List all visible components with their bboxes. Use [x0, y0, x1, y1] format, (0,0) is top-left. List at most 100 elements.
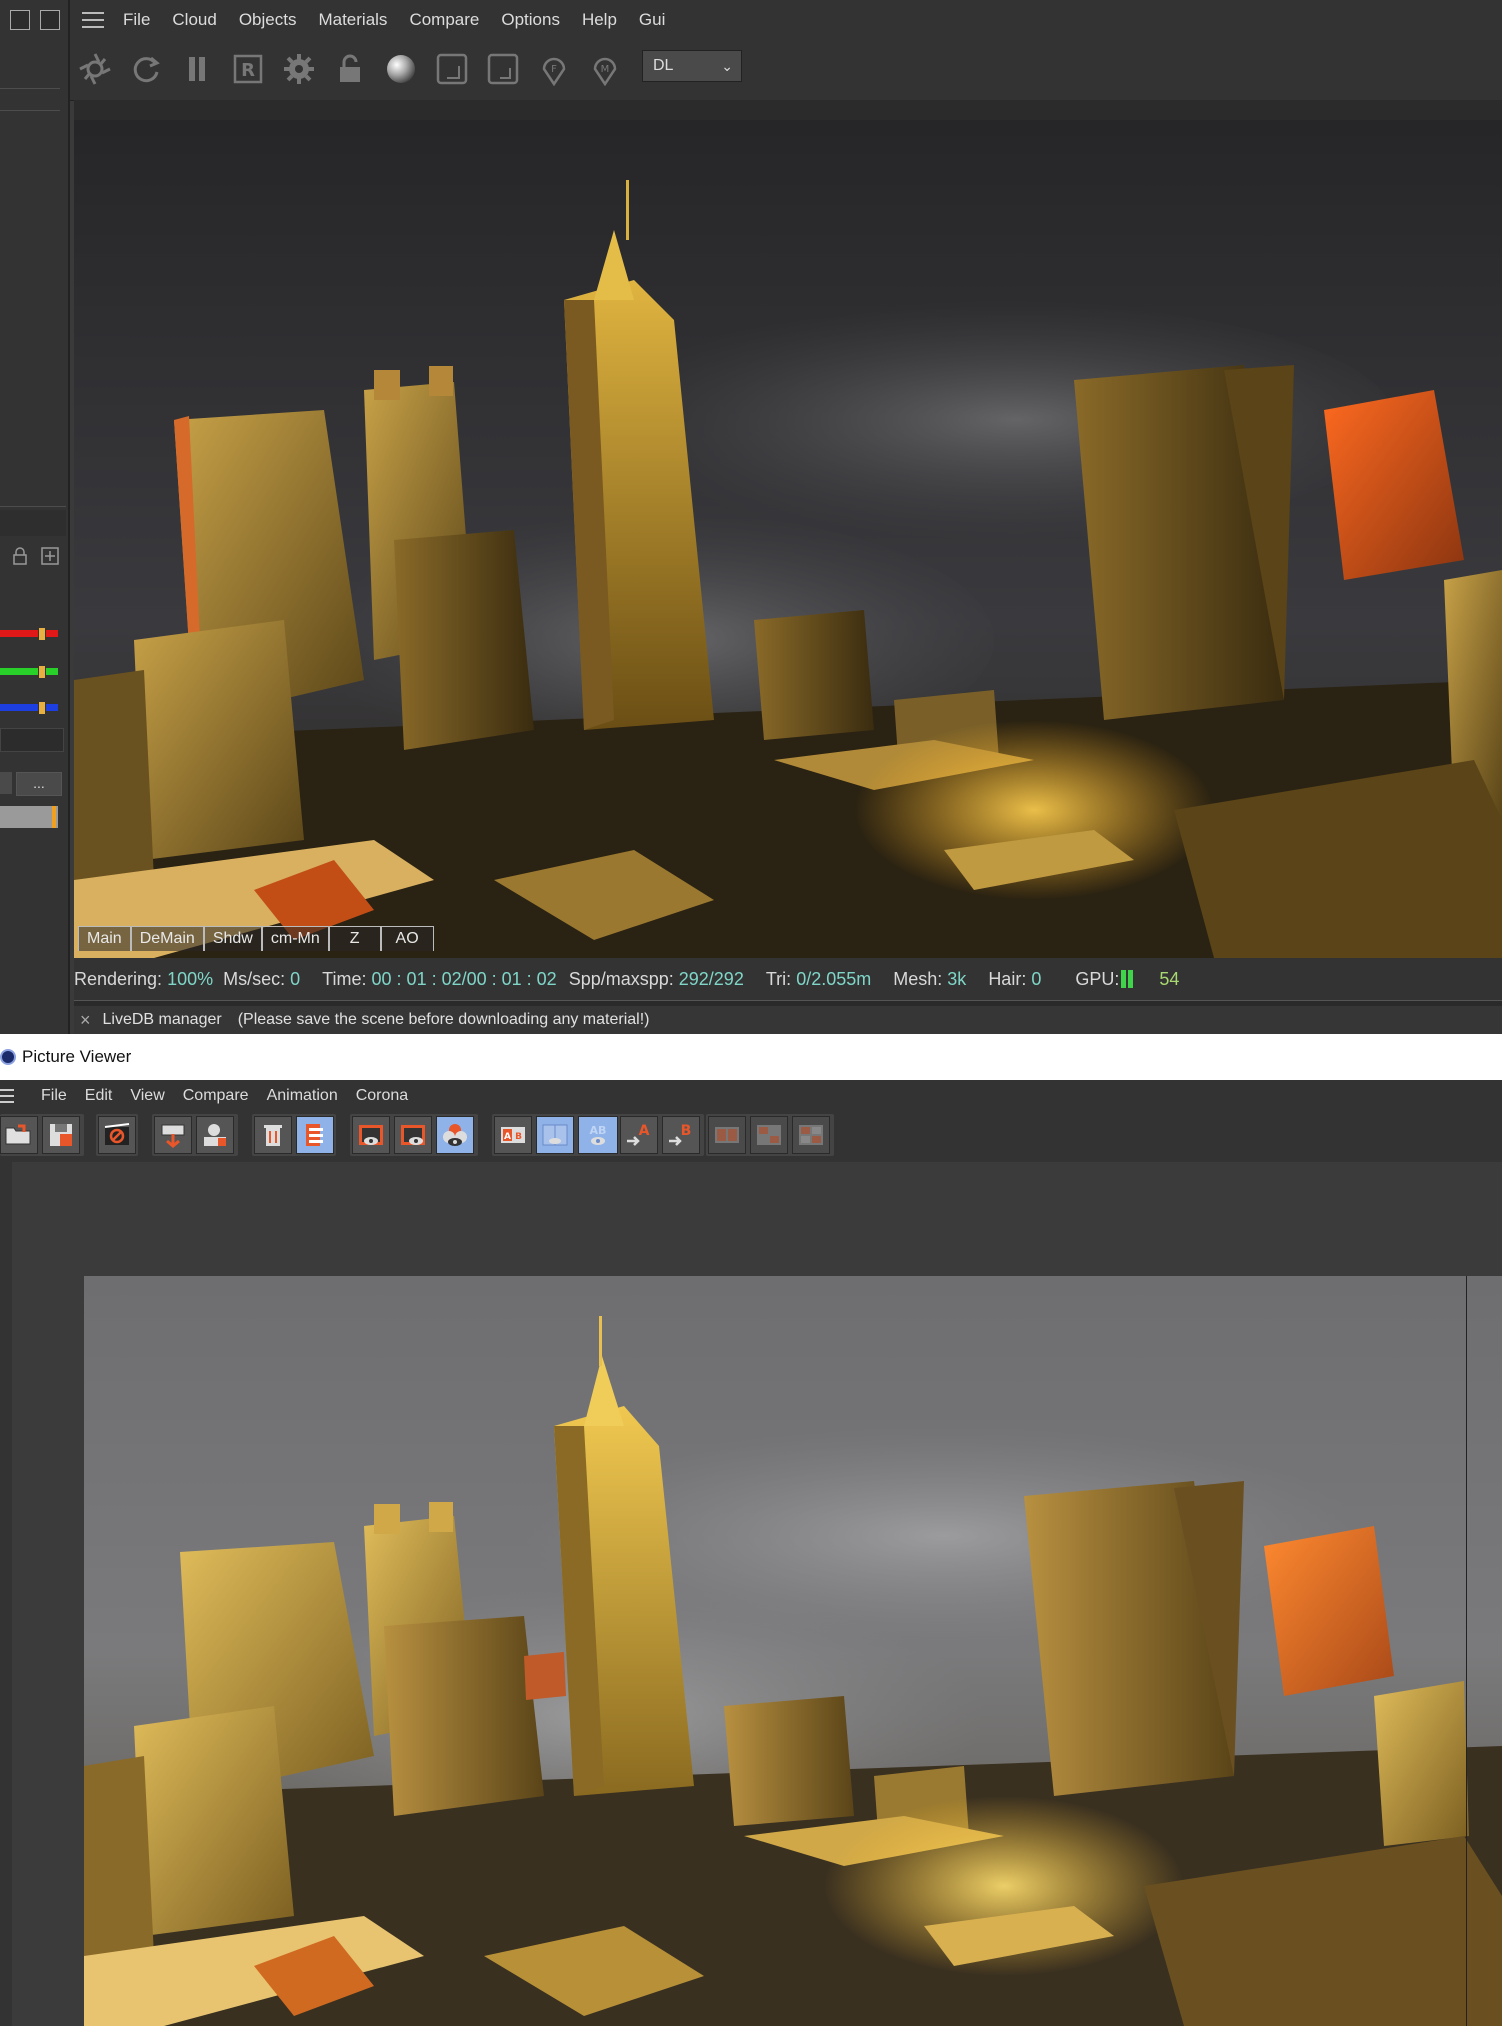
tab-shdw[interactable]: Shdw: [203, 926, 262, 951]
send-scene-icon[interactable]: [76, 50, 114, 88]
menu-materials[interactable]: Materials: [307, 10, 398, 30]
tile-3-icon[interactable]: [792, 1116, 830, 1154]
menu-cloud[interactable]: Cloud: [161, 10, 227, 30]
stop-render-icon[interactable]: [98, 1116, 136, 1154]
show-compare-icon[interactable]: [436, 1116, 474, 1154]
tile-1-icon[interactable]: [708, 1116, 746, 1154]
more-button[interactable]: ...: [16, 772, 62, 796]
tri-value: 0/2.055m: [796, 968, 872, 989]
green-channel-slider[interactable]: [0, 665, 58, 679]
mssec-value: 0: [290, 968, 301, 989]
window-title: Picture Viewer: [22, 1047, 132, 1066]
panel-divider: [0, 506, 66, 507]
panel-divider: [0, 88, 60, 89]
menu-options[interactable]: Options: [490, 10, 571, 30]
mesh-label: Mesh:: [893, 968, 943, 989]
gpu-bar-icon: [1128, 970, 1134, 988]
tab-z[interactable]: Z: [328, 926, 381, 951]
top-menubar: File Cloud Objects Materials Compare Opt…: [70, 0, 1502, 40]
small-button[interactable]: [0, 772, 12, 794]
slider-knob[interactable]: [38, 627, 46, 641]
tab-ao[interactable]: AO: [380, 926, 434, 951]
compare-split-line[interactable]: [1466, 1276, 1467, 2026]
add-icon[interactable]: [40, 546, 60, 566]
render-image: [74, 120, 1502, 958]
ab-split-icon[interactable]: [536, 1116, 574, 1154]
hair-value: 0: [1031, 968, 1042, 989]
subsampling-icon[interactable]: [484, 50, 522, 88]
red-channel-slider[interactable]: [0, 627, 58, 641]
menu-animation[interactable]: Animation: [258, 1087, 347, 1105]
material-picker-icon[interactable]: M: [586, 50, 624, 88]
render-image: [84, 1276, 1502, 2026]
settings-gear-icon[interactable]: [280, 50, 318, 88]
viewport-header-strip: [74, 100, 1502, 121]
svg-text:AB: AB: [590, 1124, 607, 1137]
mesh-value: 3k: [947, 968, 967, 989]
value-field[interactable]: [0, 728, 64, 752]
lock-icon[interactable]: [10, 546, 30, 566]
auto-crop-icon[interactable]: [154, 1116, 192, 1154]
r-region-icon[interactable]: R: [229, 50, 267, 88]
clay-mode-icon[interactable]: [433, 50, 471, 88]
top-toolbar: R F M: [70, 40, 1502, 101]
save-image-icon[interactable]: [196, 1116, 234, 1154]
livedb-title: LiveDB manager: [102, 1011, 222, 1028]
material-sphere-icon[interactable]: [382, 50, 420, 88]
set-a-icon[interactable]: A: [620, 1116, 658, 1154]
show-region-icon[interactable]: [352, 1116, 390, 1154]
render-viewport[interactable]: [74, 120, 1502, 958]
ab-overlay-icon[interactable]: AB: [578, 1116, 618, 1154]
svg-text:A: A: [504, 1132, 511, 1142]
panel-field[interactable]: [0, 510, 66, 536]
restart-render-icon[interactable]: [127, 50, 165, 88]
render-status-bar: Rendering: 100% Ms/sec: 0 Time: 00 : 01 …: [74, 958, 1502, 1000]
gpu-label: GPU:: [1075, 968, 1120, 989]
delete-icon[interactable]: [254, 1116, 292, 1154]
blue-channel-slider[interactable]: [0, 701, 58, 715]
tab-cm-mn[interactable]: cm-Mn: [261, 926, 329, 951]
time-label: Time:: [322, 968, 367, 989]
menu-corona[interactable]: Corona: [347, 1087, 417, 1105]
kernel-select[interactable]: DL ⌄: [642, 50, 742, 82]
slider-knob[interactable]: [38, 665, 46, 679]
menu-compare[interactable]: Compare: [398, 10, 490, 30]
close-icon[interactable]: ×: [80, 1010, 91, 1031]
menu-gui[interactable]: Gui: [628, 10, 676, 30]
pause-icon[interactable]: [178, 50, 216, 88]
picture-viewer-image[interactable]: [84, 1276, 1502, 2026]
layout-toggle-icon[interactable]: [10, 10, 30, 30]
svg-text:M: M: [601, 64, 610, 75]
hamburger-menu-icon[interactable]: [0, 1089, 14, 1103]
menu-file[interactable]: File: [28, 1087, 76, 1105]
gpu-value: 54: [1159, 968, 1180, 989]
menu-objects[interactable]: Objects: [228, 10, 308, 30]
focus-picker-icon[interactable]: F: [535, 50, 573, 88]
tab-demain[interactable]: DeMain: [130, 926, 204, 951]
tile-2-icon[interactable]: [750, 1116, 788, 1154]
set-b-icon[interactable]: B: [662, 1116, 700, 1154]
render-pass-tabs: Main DeMain Shdw cm-Mn Z AO: [78, 926, 434, 952]
tri-label: Tri:: [765, 968, 792, 989]
progress-field[interactable]: [0, 806, 58, 828]
menu-file[interactable]: File: [112, 10, 161, 30]
menu-view[interactable]: View: [121, 1087, 173, 1105]
window-toggle-icon[interactable]: [40, 10, 60, 30]
svg-text:F: F: [551, 64, 557, 75]
save-icon[interactable]: [42, 1116, 80, 1154]
film-strip-icon[interactable]: [296, 1116, 334, 1154]
lock-icon[interactable]: [331, 50, 369, 88]
mssec-label: Ms/sec:: [223, 968, 286, 989]
show-region-alt-icon[interactable]: [394, 1116, 432, 1154]
menu-compare[interactable]: Compare: [174, 1087, 258, 1105]
tab-main[interactable]: Main: [78, 926, 131, 951]
open-icon[interactable]: [0, 1116, 38, 1154]
menu-help[interactable]: Help: [571, 10, 628, 30]
hamburger-menu-icon[interactable]: [82, 12, 104, 28]
time-value: 00 : 01 : 02/00 : 01 : 02: [371, 968, 557, 989]
svg-text:B: B: [681, 1123, 692, 1139]
ab-compare-icon[interactable]: AB: [494, 1116, 532, 1154]
menu-edit[interactable]: Edit: [76, 1087, 122, 1105]
slider-knob[interactable]: [38, 701, 46, 715]
progress-marker: [52, 806, 56, 828]
